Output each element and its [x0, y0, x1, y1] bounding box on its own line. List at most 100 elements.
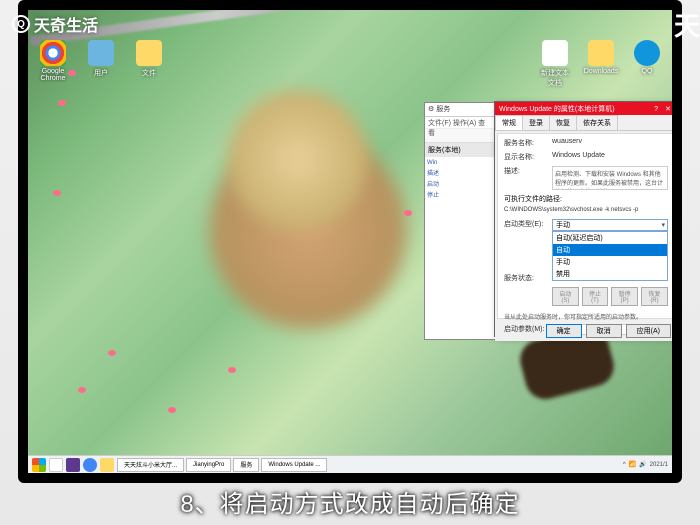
- dropdown-option[interactable]: 手动: [553, 256, 667, 268]
- icon-label: QQ: [642, 68, 653, 75]
- desktop-icon-chrome[interactable]: Google Chrome: [36, 40, 70, 82]
- display-name-label: 显示名称:: [504, 152, 552, 162]
- chrome-icon: [40, 40, 66, 66]
- tab-logon[interactable]: 登录: [522, 115, 550, 130]
- petal-icon: [108, 350, 116, 356]
- stop-button[interactable]: 停止(T): [582, 287, 608, 306]
- petal-icon: [228, 367, 236, 373]
- logo-text: 天奇生活: [34, 12, 98, 36]
- taskbar-task[interactable]: JianyingPro: [186, 458, 231, 472]
- ok-button[interactable]: 确定: [546, 324, 582, 338]
- petal-icon: [53, 190, 61, 196]
- status-label: 服务状态:: [504, 273, 552, 283]
- chevron-up-icon[interactable]: ^: [623, 462, 626, 468]
- desktop-screen: Google Chrome 用户 文件 新建文本文档 Downloads QQ …: [28, 10, 672, 473]
- side-watermark: 天: [674, 6, 700, 43]
- cancel-button[interactable]: 取消: [586, 324, 622, 338]
- tab-recovery[interactable]: 恢复: [549, 115, 577, 130]
- clock[interactable]: 2021/1: [650, 462, 668, 468]
- service-name-label: 服务名称:: [504, 138, 552, 148]
- toolbar[interactable]: [425, 129, 495, 143]
- path-value: C:\WINDOWS\system32\svchost.exe -k netsv…: [504, 207, 668, 213]
- apply-button[interactable]: 应用(A): [626, 324, 671, 338]
- start-button[interactable]: [32, 458, 46, 472]
- window-titlebar[interactable]: ⚙ 服务: [425, 103, 495, 117]
- dialog-titlebar[interactable]: Windows Update 的属性(本地计算机) ? ✕: [495, 102, 672, 115]
- monitor-frame: Google Chrome 用户 文件 新建文本文档 Downloads QQ …: [18, 0, 682, 483]
- wallpaper-shape: [228, 90, 368, 230]
- icon-label: Google Chrome: [36, 68, 70, 82]
- resume-button[interactable]: 恢复(R): [641, 287, 668, 306]
- qq-icon: [634, 40, 660, 66]
- taskbar-task[interactable]: 天天炫斗小米大厅...: [117, 458, 184, 472]
- service-link[interactable]: 启动: [427, 178, 493, 189]
- user-icon: [88, 40, 114, 66]
- folder-icon[interactable]: [100, 458, 114, 472]
- folder-icon: [136, 40, 162, 66]
- dialog-title: Windows Update 的属性(本地计算机): [499, 104, 615, 114]
- volume-icon[interactable]: 🔊: [639, 461, 646, 468]
- dropdown-selected: 手动: [556, 220, 570, 230]
- dialog-content: 服务名称: wuauserv 显示名称: Windows Update 描述: …: [497, 133, 672, 319]
- help-icon[interactable]: ?: [651, 106, 661, 113]
- desktop-icon-qq[interactable]: QQ: [630, 40, 664, 88]
- icon-label: 新建文本文档: [538, 68, 572, 88]
- petal-icon: [78, 387, 86, 393]
- service-link[interactable]: Win: [427, 159, 493, 167]
- service-name-value: wuauserv: [552, 138, 582, 145]
- service-control-buttons: 启动(S) 停止(T) 暂停(P) 恢复(R): [552, 287, 668, 306]
- close-icon[interactable]: ✕: [663, 105, 672, 113]
- logo-icon: Q: [12, 15, 30, 33]
- search-icon[interactable]: [49, 458, 63, 472]
- hint-text: 当从此处启动服务时，你可指定所适用的启动参数。: [504, 312, 668, 321]
- pause-button[interactable]: 暂停(P): [611, 287, 638, 306]
- window-controls: ? ✕: [651, 105, 672, 113]
- petal-icon: [168, 407, 176, 413]
- desktop-icon-user[interactable]: 用户: [84, 40, 118, 82]
- desktop-icon-downloads[interactable]: Downloads: [584, 40, 618, 88]
- service-link[interactable]: 描述: [427, 167, 493, 178]
- desktop-icons-right: 新建文本文档 Downloads QQ: [538, 40, 664, 88]
- taskbar-task[interactable]: Windows Update ...: [261, 458, 327, 472]
- system-tray[interactable]: ^ 📶 🔊 2021/1: [623, 461, 668, 468]
- display-name-value: Windows Update: [552, 152, 605, 159]
- gear-icon: ⚙: [428, 106, 434, 113]
- desktop-icons-left: Google Chrome 用户 文件: [36, 40, 166, 82]
- taskbar-task[interactable]: 服务: [233, 458, 259, 472]
- dropdown-option-selected[interactable]: 自动: [553, 244, 667, 256]
- services-body: Win 描述 启动 停止: [425, 157, 495, 337]
- petal-icon: [404, 210, 412, 216]
- dropdown-list: 自动(延迟启动) 自动 手动 禁用: [552, 231, 668, 281]
- service-link[interactable]: 停止: [427, 189, 493, 200]
- tab-general[interactable]: 常规: [495, 115, 523, 130]
- window-title: 服务: [436, 106, 450, 113]
- desc-label: 描述:: [504, 166, 552, 176]
- tab-depend[interactable]: 依存关系: [576, 115, 618, 130]
- desktop-icon-txt[interactable]: 新建文本文档: [538, 40, 572, 88]
- dropdown-option[interactable]: 禁用: [553, 268, 667, 280]
- path-label: 可执行文件的路径:: [504, 194, 668, 204]
- desktop-icon-folder[interactable]: 文件: [132, 40, 166, 82]
- wifi-icon[interactable]: 📶: [629, 461, 636, 468]
- dropdown-option[interactable]: 自动(延迟启动): [553, 232, 667, 244]
- startup-type-dropdown[interactable]: 手动 自动(延迟启动) 自动 手动 禁用: [552, 219, 668, 231]
- start-button[interactable]: 启动(S): [552, 287, 579, 306]
- icon-label: 用户: [94, 68, 108, 78]
- taskbar: 天天炫斗小米大厅... JianyingPro 服务 Windows Updat…: [28, 455, 672, 473]
- sidebar-header[interactable]: 服务(本地): [425, 143, 495, 157]
- tab-bar: 常规 登录 恢复 依存关系: [495, 115, 672, 131]
- menubar[interactable]: 文件(F) 操作(A) 查看: [425, 117, 495, 129]
- properties-dialog: Windows Update 的属性(本地计算机) ? ✕ 常规 登录 恢复 依…: [494, 101, 672, 337]
- services-window[interactable]: ⚙ 服务 文件(F) 操作(A) 查看 服务(本地) Win 描述 启动 停止: [424, 102, 496, 340]
- subtitle-caption: 8、将启动方式改成自动后确定: [0, 484, 700, 519]
- petal-icon: [58, 100, 66, 106]
- startup-type-label: 启动类型(E):: [504, 219, 552, 229]
- icon-label: 文件: [142, 68, 156, 78]
- watermark-logo: Q 天奇生活: [12, 12, 98, 36]
- chrome-icon[interactable]: [83, 458, 97, 472]
- icon-label: Downloads: [584, 68, 619, 75]
- taskbar-app-icon[interactable]: [66, 458, 80, 472]
- text-file-icon: [542, 40, 568, 66]
- folder-icon: [588, 40, 614, 66]
- desc-textarea[interactable]: 启用检测、下载和安装 Windows 和其他程序的更新。如果此服务被禁用，这台计…: [552, 166, 668, 190]
